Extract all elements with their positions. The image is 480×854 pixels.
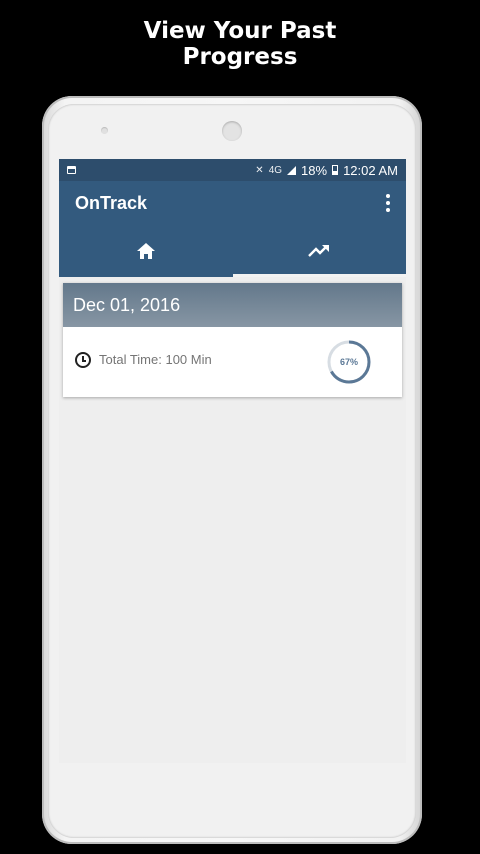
tab-progress[interactable] (233, 225, 407, 277)
promo-line-2: Progress (182, 44, 298, 70)
clock-icon (75, 352, 91, 368)
card-date-header: Dec 01, 2016 (63, 283, 402, 327)
app-bar: OnTrack (59, 181, 406, 225)
overflow-menu-icon[interactable] (386, 194, 390, 212)
total-time-text: Total Time: 100 Min (99, 352, 212, 367)
home-icon (136, 243, 155, 259)
battery-percent: 18% (301, 162, 328, 178)
phone-camera (222, 121, 242, 141)
tab-bar (59, 225, 406, 277)
app-title: OnTrack (75, 192, 148, 213)
promo-line-1: View Your Past (143, 18, 337, 44)
calendar-notification-icon (67, 166, 76, 174)
phone-screen: ✕ 4G 18% 12:02 AM OnTrack Dec 01, 2016 T… (59, 159, 406, 763)
mute-icon: ✕ (255, 164, 264, 176)
tab-indicator (233, 274, 406, 277)
status-bar: ✕ 4G 18% 12:02 AM (59, 159, 406, 181)
session-card[interactable]: Dec 01, 2016 Total Time: 100 Min 67% (63, 283, 402, 397)
phone-sensor (101, 127, 108, 134)
card-body: Total Time: 100 Min 67% (63, 327, 402, 397)
battery-icon (332, 165, 339, 175)
tab-home[interactable] (59, 225, 233, 277)
signal-icon (287, 165, 297, 175)
progress-percent: 67% (339, 357, 358, 367)
promo-headline: View Your Past Progress (0, 18, 480, 70)
network-type: 4G (268, 164, 283, 176)
trending-up-icon (308, 245, 330, 257)
clock-time: 12:02 AM (343, 162, 398, 178)
session-date: Dec 01, 2016 (73, 294, 181, 315)
